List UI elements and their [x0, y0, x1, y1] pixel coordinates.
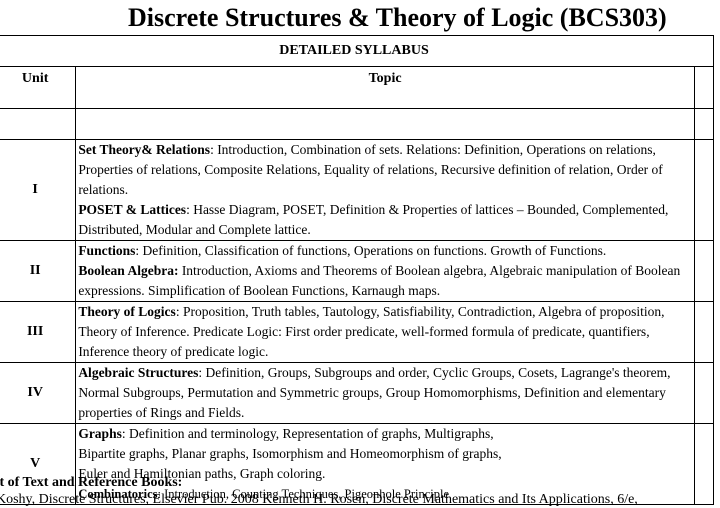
table-row: III Theory of Logics: Proposition, Truth…: [0, 301, 715, 363]
topic-heading: POSET & Lattices: [78, 202, 187, 217]
topic-heading: Graphs: [78, 426, 122, 441]
topic-cell: Functions: Definition, Classification of…: [75, 240, 695, 302]
column-header-topic: Topic: [75, 66, 695, 109]
row-edge-cell: [693, 240, 715, 302]
topic-text: : Definition and terminology, Representa…: [78, 426, 502, 481]
topic-paragraph: Theory of Logics: Proposition, Truth tab…: [78, 302, 692, 362]
books-heading: st of Text and Reference Books:: [0, 475, 183, 490]
row-edge-cell: [693, 423, 715, 505]
unit-cell: II: [0, 240, 77, 302]
topic-heading: Boolean Algebra:: [78, 263, 179, 278]
column-header-unit: Unit: [0, 66, 77, 109]
topic-paragraph: POSET & Lattices: Hasse Diagram, POSET, …: [78, 200, 692, 240]
row-edge-cell: [693, 301, 715, 363]
topic-cell: Theory of Logics: Proposition, Truth tab…: [75, 301, 695, 363]
topic-paragraph: Set Theory& Relations: Introduction, Com…: [78, 140, 692, 200]
table-row: I Set Theory& Relations: Introduction, C…: [0, 139, 715, 241]
spacer-cell-unit: [0, 108, 77, 140]
topic-paragraph: Boolean Algebra: Introduction, Axioms an…: [78, 261, 692, 301]
books-reference-line: Koshy, Discrete Structures, Elsevier Pub…: [0, 492, 638, 507]
spacer-cell-topic: [75, 108, 695, 140]
syllabus-table: DETAILED SYLLABUS Unit Topic I Set Theor…: [0, 35, 715, 505]
topic-heading: Functions: [78, 243, 136, 258]
spacer-row: [0, 108, 715, 140]
topic-cell: Algebraic Structures: Definition, Groups…: [75, 362, 695, 424]
topic-heading: Algebraic Structures: [78, 365, 199, 380]
topic-paragraph: Functions: Definition, Classification of…: [78, 241, 692, 261]
topic-heading: Theory of Logics: [78, 304, 176, 319]
table-header-row: Unit Topic: [0, 66, 715, 109]
page-title: Discrete Structures & Theory of Logic (B…: [128, 3, 667, 32]
header-spacer-cell: [693, 66, 715, 109]
row-edge-cell: [693, 362, 715, 424]
topic-text: : Definition, Classification of function…: [135, 243, 607, 258]
topic-paragraph: Algebraic Structures: Definition, Groups…: [78, 363, 692, 423]
table-row: IV Algebraic Structures: Definition, Gro…: [0, 362, 715, 424]
table-row: II Functions: Definition, Classification…: [0, 240, 715, 302]
unit-cell: III: [0, 301, 77, 363]
topic-heading: Set Theory& Relations: [78, 142, 211, 157]
unit-cell: I: [0, 139, 77, 241]
row-edge-cell: [693, 139, 715, 241]
table-caption: DETAILED SYLLABUS: [0, 35, 714, 67]
topic-cell: Set Theory& Relations: Introduction, Com…: [75, 139, 695, 241]
unit-cell: IV: [0, 362, 77, 424]
spacer-cell-extra: [693, 108, 715, 140]
